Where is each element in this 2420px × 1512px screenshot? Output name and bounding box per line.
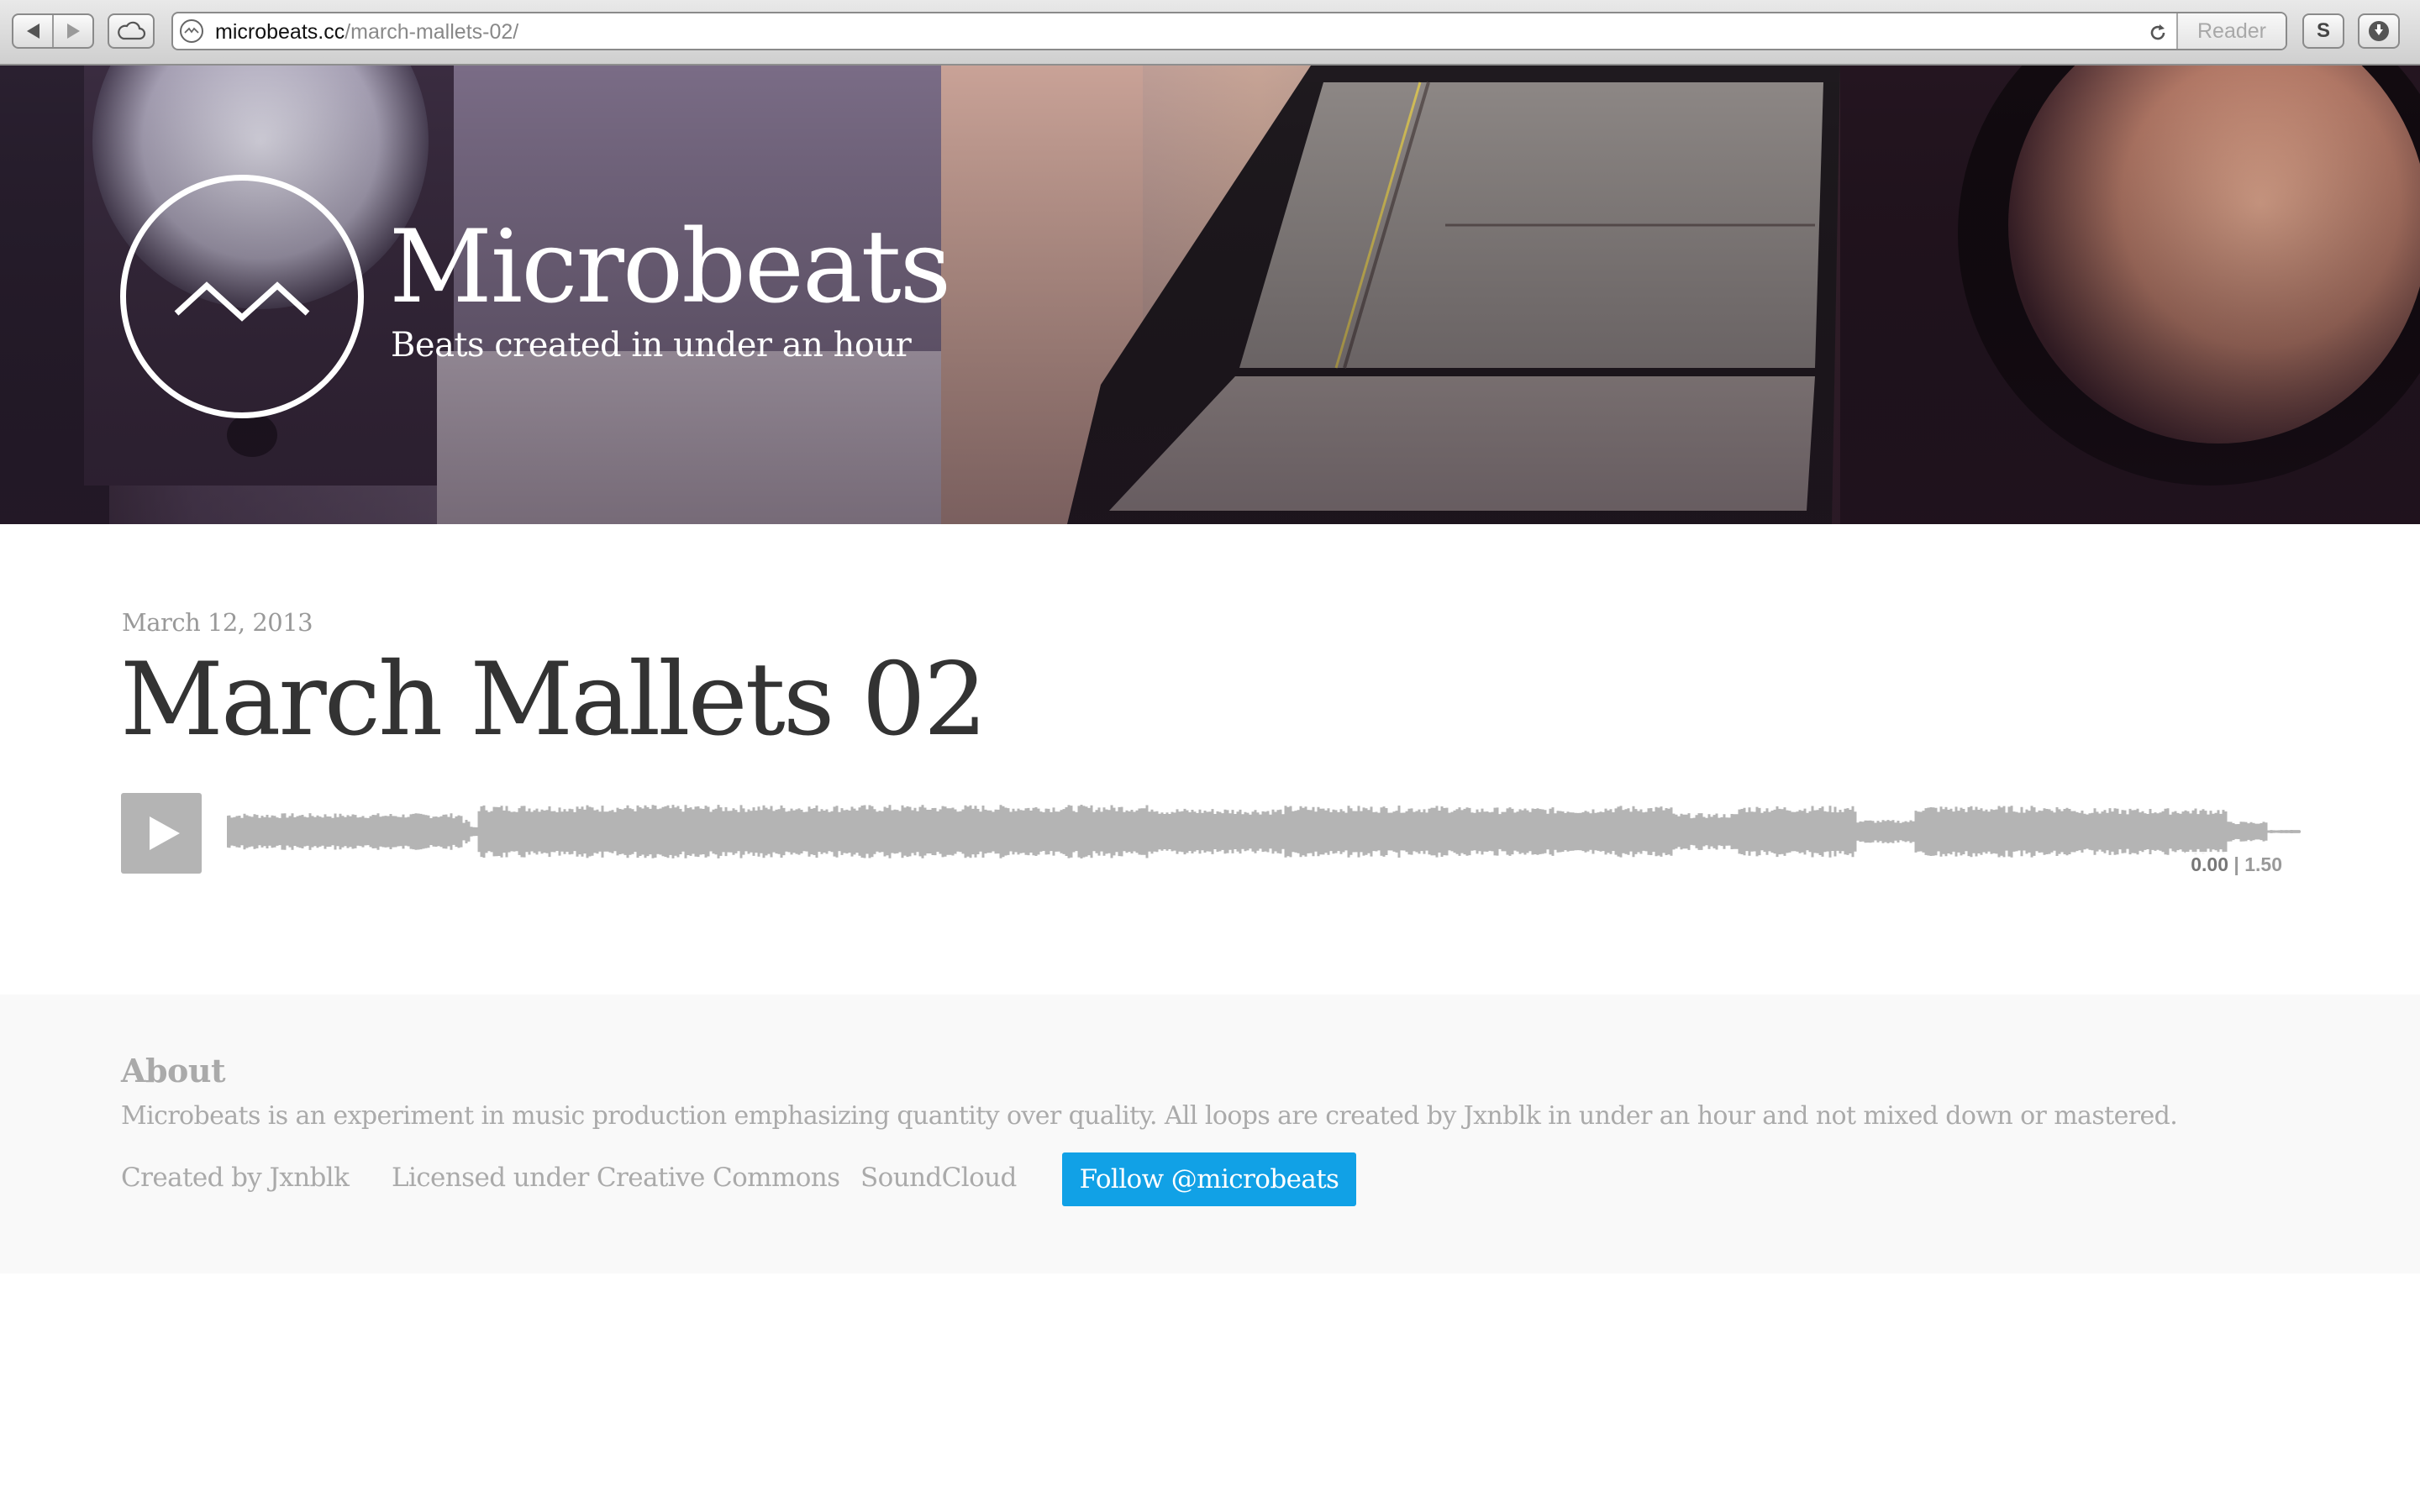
reload-icon <box>2150 24 2165 40</box>
download-icon <box>2369 21 2389 41</box>
waveform-baseline <box>227 831 2301 832</box>
site-header: Microbeats Beats created in under an hou… <box>0 66 2420 524</box>
history-nav <box>12 13 94 49</box>
url-path: /march-mallets-02/ <box>345 20 519 44</box>
about-heading: About <box>121 1052 226 1089</box>
about-text: Microbeats is an experiment in music pro… <box>121 1101 2178 1131</box>
back-button[interactable] <box>13 15 52 47</box>
audio-player: 0.00 | 1.50 <box>121 774 2301 887</box>
license-link[interactable]: Licensed under Creative Commons <box>392 1161 840 1194</box>
play-icon <box>150 816 180 850</box>
back-arrow-icon <box>26 24 39 39</box>
url-domain: microbeats.cc <box>215 20 345 44</box>
post-date: March 12, 2013 <box>122 608 313 637</box>
site-favicon-icon <box>180 19 203 43</box>
site-tagline: Beats created in under an hour <box>391 326 912 365</box>
extension-s-icon: S <box>2316 19 2330 42</box>
site-footer: About Microbeats is an experiment in mus… <box>0 995 2420 1273</box>
reload-button[interactable] <box>2146 21 2170 45</box>
url-text: microbeats.cc/march-mallets-02/ <box>215 20 518 44</box>
current-time: 0.00 <box>2191 853 2229 875</box>
extension-button[interactable]: S <box>2302 13 2344 49</box>
downloads-button[interactable] <box>2358 13 2400 49</box>
forward-button[interactable] <box>52 15 92 47</box>
follow-twitter-button[interactable]: Follow @microbeats <box>1062 1152 1356 1206</box>
site-title[interactable]: Microbeats <box>389 213 951 323</box>
cloud-icon <box>118 21 146 40</box>
play-button[interactable] <box>121 793 202 874</box>
microbeats-logo[interactable] <box>120 175 364 418</box>
time-display: 0.00 | 1.50 <box>2186 852 2287 878</box>
forward-arrow-icon <box>66 24 80 39</box>
waveform[interactable] <box>227 774 2301 887</box>
icloud-tabs-button[interactable] <box>108 13 155 49</box>
time-separator: | <box>2228 853 2245 875</box>
waveform-logo-icon <box>174 281 310 322</box>
reader-button[interactable]: Reader <box>2176 13 2286 49</box>
address-bar[interactable]: microbeats.cc/march-mallets-02/ Reader <box>171 12 2287 50</box>
post-title: March Mallets 02 <box>120 642 987 759</box>
header-branding: Microbeats Beats created in under an hou… <box>0 66 2420 524</box>
browser-toolbar: microbeats.cc/march-mallets-02/ Reader S <box>0 0 2420 66</box>
duration: 1.50 <box>2244 853 2282 875</box>
soundcloud-link[interactable]: SoundCloud <box>860 1161 1017 1194</box>
created-by-link[interactable]: Created by Jxnblk <box>121 1161 350 1194</box>
